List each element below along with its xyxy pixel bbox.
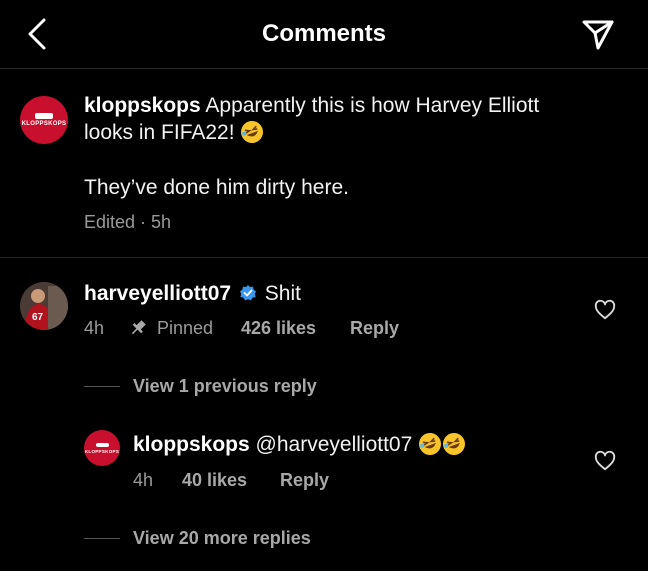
caption-text: kloppskops Apparently this is how Harvey… <box>84 92 624 146</box>
view-more-replies[interactable]: View 20 more replies <box>133 528 311 549</box>
send-icon[interactable] <box>578 14 618 54</box>
caption-line-1: Apparently this is how Harvey Elliott <box>200 94 540 117</box>
rofl-emoji-icon <box>443 433 466 455</box>
thread-line <box>84 538 120 539</box>
player-photo-icon: 67 <box>20 282 68 330</box>
comment-avatar[interactable]: 67 <box>20 282 68 330</box>
caption-meta: Edited · 5h <box>84 212 172 232</box>
reply-time: 4h <box>133 470 154 490</box>
reply-reply-button[interactable]: Reply <box>280 470 329 491</box>
logo-mark-icon <box>95 442 109 447</box>
rofl-emoji-icon <box>241 121 264 143</box>
comment-body: Shit <box>264 282 301 305</box>
view-previous-replies[interactable]: View 1 previous reply <box>133 376 317 397</box>
caption-line-2: looks in FIFA22! <box>84 121 241 144</box>
caption-avatar[interactable]: KLOPPSKOPS <box>20 96 68 144</box>
reply-likes[interactable]: 40 likes <box>182 470 247 491</box>
caption-username[interactable]: kloppskops <box>84 94 201 117</box>
pinned-label: Pinned <box>157 318 214 338</box>
pin-icon <box>131 320 146 335</box>
logo-mark-icon <box>35 113 53 119</box>
reply-text: kloppskops @harveyelliott07 <box>133 431 466 458</box>
reply-avatar[interactable]: KLOPPSKOPS <box>84 430 120 466</box>
comment-time: 4h <box>84 318 105 338</box>
verified-badge-icon <box>239 285 256 301</box>
divider <box>0 257 648 258</box>
reply-like-heart-icon[interactable] <box>594 450 616 472</box>
reply-username[interactable]: kloppskops <box>133 433 250 456</box>
page-title: Comments <box>261 20 387 47</box>
avatar-logo-text: KLOPPSKOPS <box>84 448 120 454</box>
comment-like-heart-icon[interactable] <box>594 299 616 321</box>
comment-text: harveyelliott07 Shit <box>84 280 301 307</box>
reply-body: @harveyelliott07 <box>255 433 419 456</box>
rofl-emoji-icon <box>419 433 442 455</box>
thread-line <box>84 386 120 387</box>
header-bar: Comments <box>0 0 648 69</box>
comment-likes[interactable]: 426 likes <box>241 318 316 339</box>
comment-reply-button[interactable]: Reply <box>350 318 399 339</box>
avatar-logo-text: KLOPPSKOPS <box>21 121 67 127</box>
caption-line-3: They’ve done him dirty here. <box>84 176 349 199</box>
jersey-number: 67 <box>32 312 44 323</box>
comment-username[interactable]: harveyelliott07 <box>84 282 231 305</box>
